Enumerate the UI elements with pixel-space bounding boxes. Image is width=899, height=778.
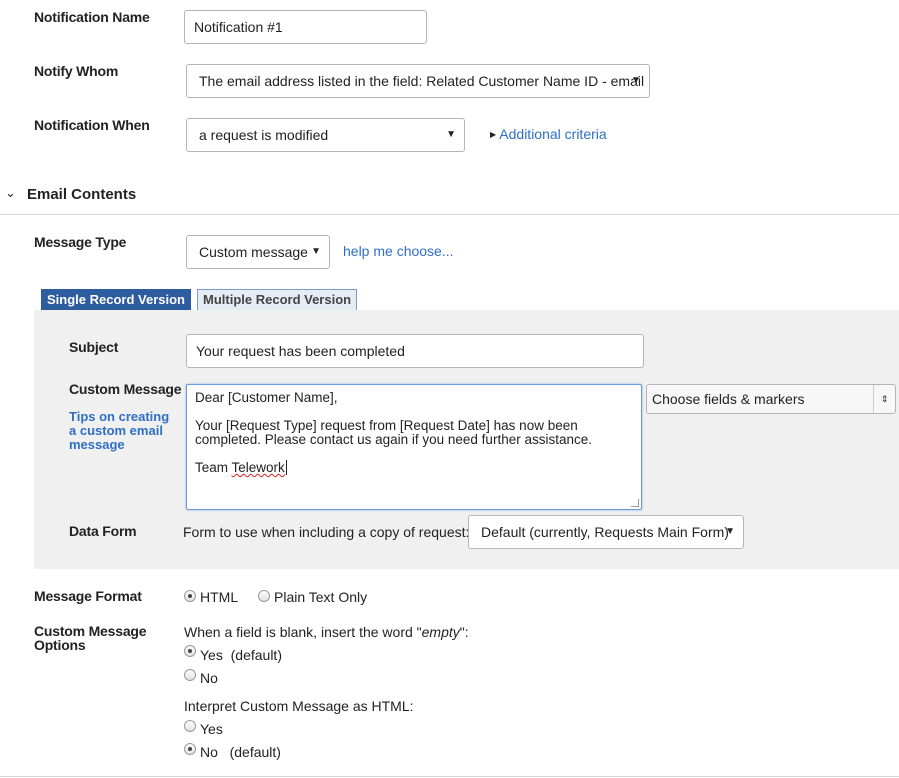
help-me-choose-link[interactable]: help me choose... [343, 243, 454, 259]
data-form-description: Form to use when including a copy of req… [183, 524, 470, 540]
tab-single-record[interactable]: Single Record Version [41, 289, 191, 311]
tips-line: message [69, 437, 125, 452]
blank-yes-note: (default) [230, 647, 282, 663]
format-html-label[interactable]: HTML [200, 589, 238, 605]
tips-line: Tips on creating [69, 409, 170, 424]
notification-when-select[interactable]: a request is modified ▼ [186, 118, 465, 152]
additional-criteria-link[interactable]: ▶ Additional criteria [490, 126, 607, 142]
triangle-right-icon: ▶ [490, 130, 497, 139]
subject-input[interactable]: Your request has been completed [186, 334, 644, 368]
blank-prefix: When a field is blank, insert the word " [184, 624, 422, 640]
blank-no-radio[interactable] [184, 669, 196, 681]
html-yes-label[interactable]: Yes [200, 721, 223, 737]
data-form-label: Data Form [69, 523, 137, 539]
chevron-down-icon: ▼ [631, 75, 641, 86]
section-divider [0, 214, 899, 215]
fields-markers-value: Choose fields & markers [652, 391, 805, 407]
blank-suffix: ": [459, 624, 469, 640]
notify-whom-select[interactable]: The email address listed in the field: R… [186, 64, 650, 98]
options-label-line: Custom Message [34, 623, 147, 639]
tab-multiple-record[interactable]: Multiple Record Version [197, 289, 358, 311]
custom-message-label: Custom Message [69, 381, 182, 397]
text-cursor [285, 460, 287, 475]
message-type-label: Message Type [34, 234, 127, 250]
custom-message-textarea[interactable]: Dear [Customer Name], Your [Request Type… [186, 384, 642, 510]
message-line: Your [Request Type] request from [Reques… [195, 418, 578, 433]
signature-prefix: Team [195, 460, 232, 475]
message-line: Team Telework [195, 460, 633, 475]
data-form-value: Default (currently, Requests Main Form) [481, 524, 729, 540]
notify-whom-label: Notify Whom [34, 63, 119, 79]
fields-markers-select[interactable]: Choose fields & markers ⇕ [646, 384, 896, 414]
chevron-down-icon: ▼ [725, 526, 735, 537]
html-no-text: No [200, 744, 218, 760]
notification-when-value: a request is modified [199, 127, 329, 143]
bottom-divider [0, 776, 899, 777]
format-plain-radio[interactable] [258, 590, 270, 602]
chevron-down-icon: ▼ [311, 246, 321, 257]
notification-name-input[interactable]: Notification #1 [184, 10, 427, 44]
html-no-label[interactable]: No (default) [200, 744, 281, 760]
notify-whom-value: The email address listed in the field: R… [199, 73, 645, 89]
html-no-note: (default) [229, 744, 281, 760]
format-html-radio[interactable] [184, 590, 196, 602]
blank-word: empty [421, 624, 460, 640]
stepper-icon: ⇕ [873, 385, 895, 413]
message-format-label: Message Format [34, 588, 142, 604]
message-line: Dear [Customer Name], [195, 390, 338, 405]
tips-link[interactable]: Tips on creating a custom email message [69, 410, 169, 452]
chevron-down-icon: ▼ [446, 129, 456, 140]
custom-message-options-label: Custom Message Options [34, 623, 147, 653]
blank-no-label[interactable]: No [200, 670, 218, 686]
message-type-value: Custom message [199, 244, 308, 260]
message-line: completed. Please contact us again if yo… [195, 432, 592, 447]
subject-label: Subject [69, 339, 119, 355]
additional-criteria-label: Additional criteria [499, 126, 607, 142]
interpret-html-question: Interpret Custom Message as HTML: [184, 698, 414, 714]
options-label-line: Options [34, 637, 86, 653]
email-contents-title[interactable]: Email Contents [27, 186, 136, 203]
html-yes-radio[interactable] [184, 720, 196, 732]
blank-yes-text: Yes [200, 647, 223, 663]
blank-field-question: When a field is blank, insert the word "… [184, 624, 469, 640]
notification-when-label: Notification When [34, 117, 150, 133]
notification-name-label: Notification Name [34, 9, 150, 25]
message-type-select[interactable]: Custom message ▼ [186, 235, 330, 269]
html-no-radio[interactable] [184, 743, 196, 755]
blank-yes-label[interactable]: Yes (default) [200, 647, 282, 663]
format-plain-label[interactable]: Plain Text Only [274, 589, 367, 605]
tips-line: a custom email [69, 423, 163, 438]
data-form-select[interactable]: Default (currently, Requests Main Form) … [468, 515, 744, 549]
signature-word: Telework [231, 460, 285, 475]
blank-yes-radio[interactable] [184, 645, 196, 657]
resize-handle-icon[interactable] [631, 499, 639, 507]
